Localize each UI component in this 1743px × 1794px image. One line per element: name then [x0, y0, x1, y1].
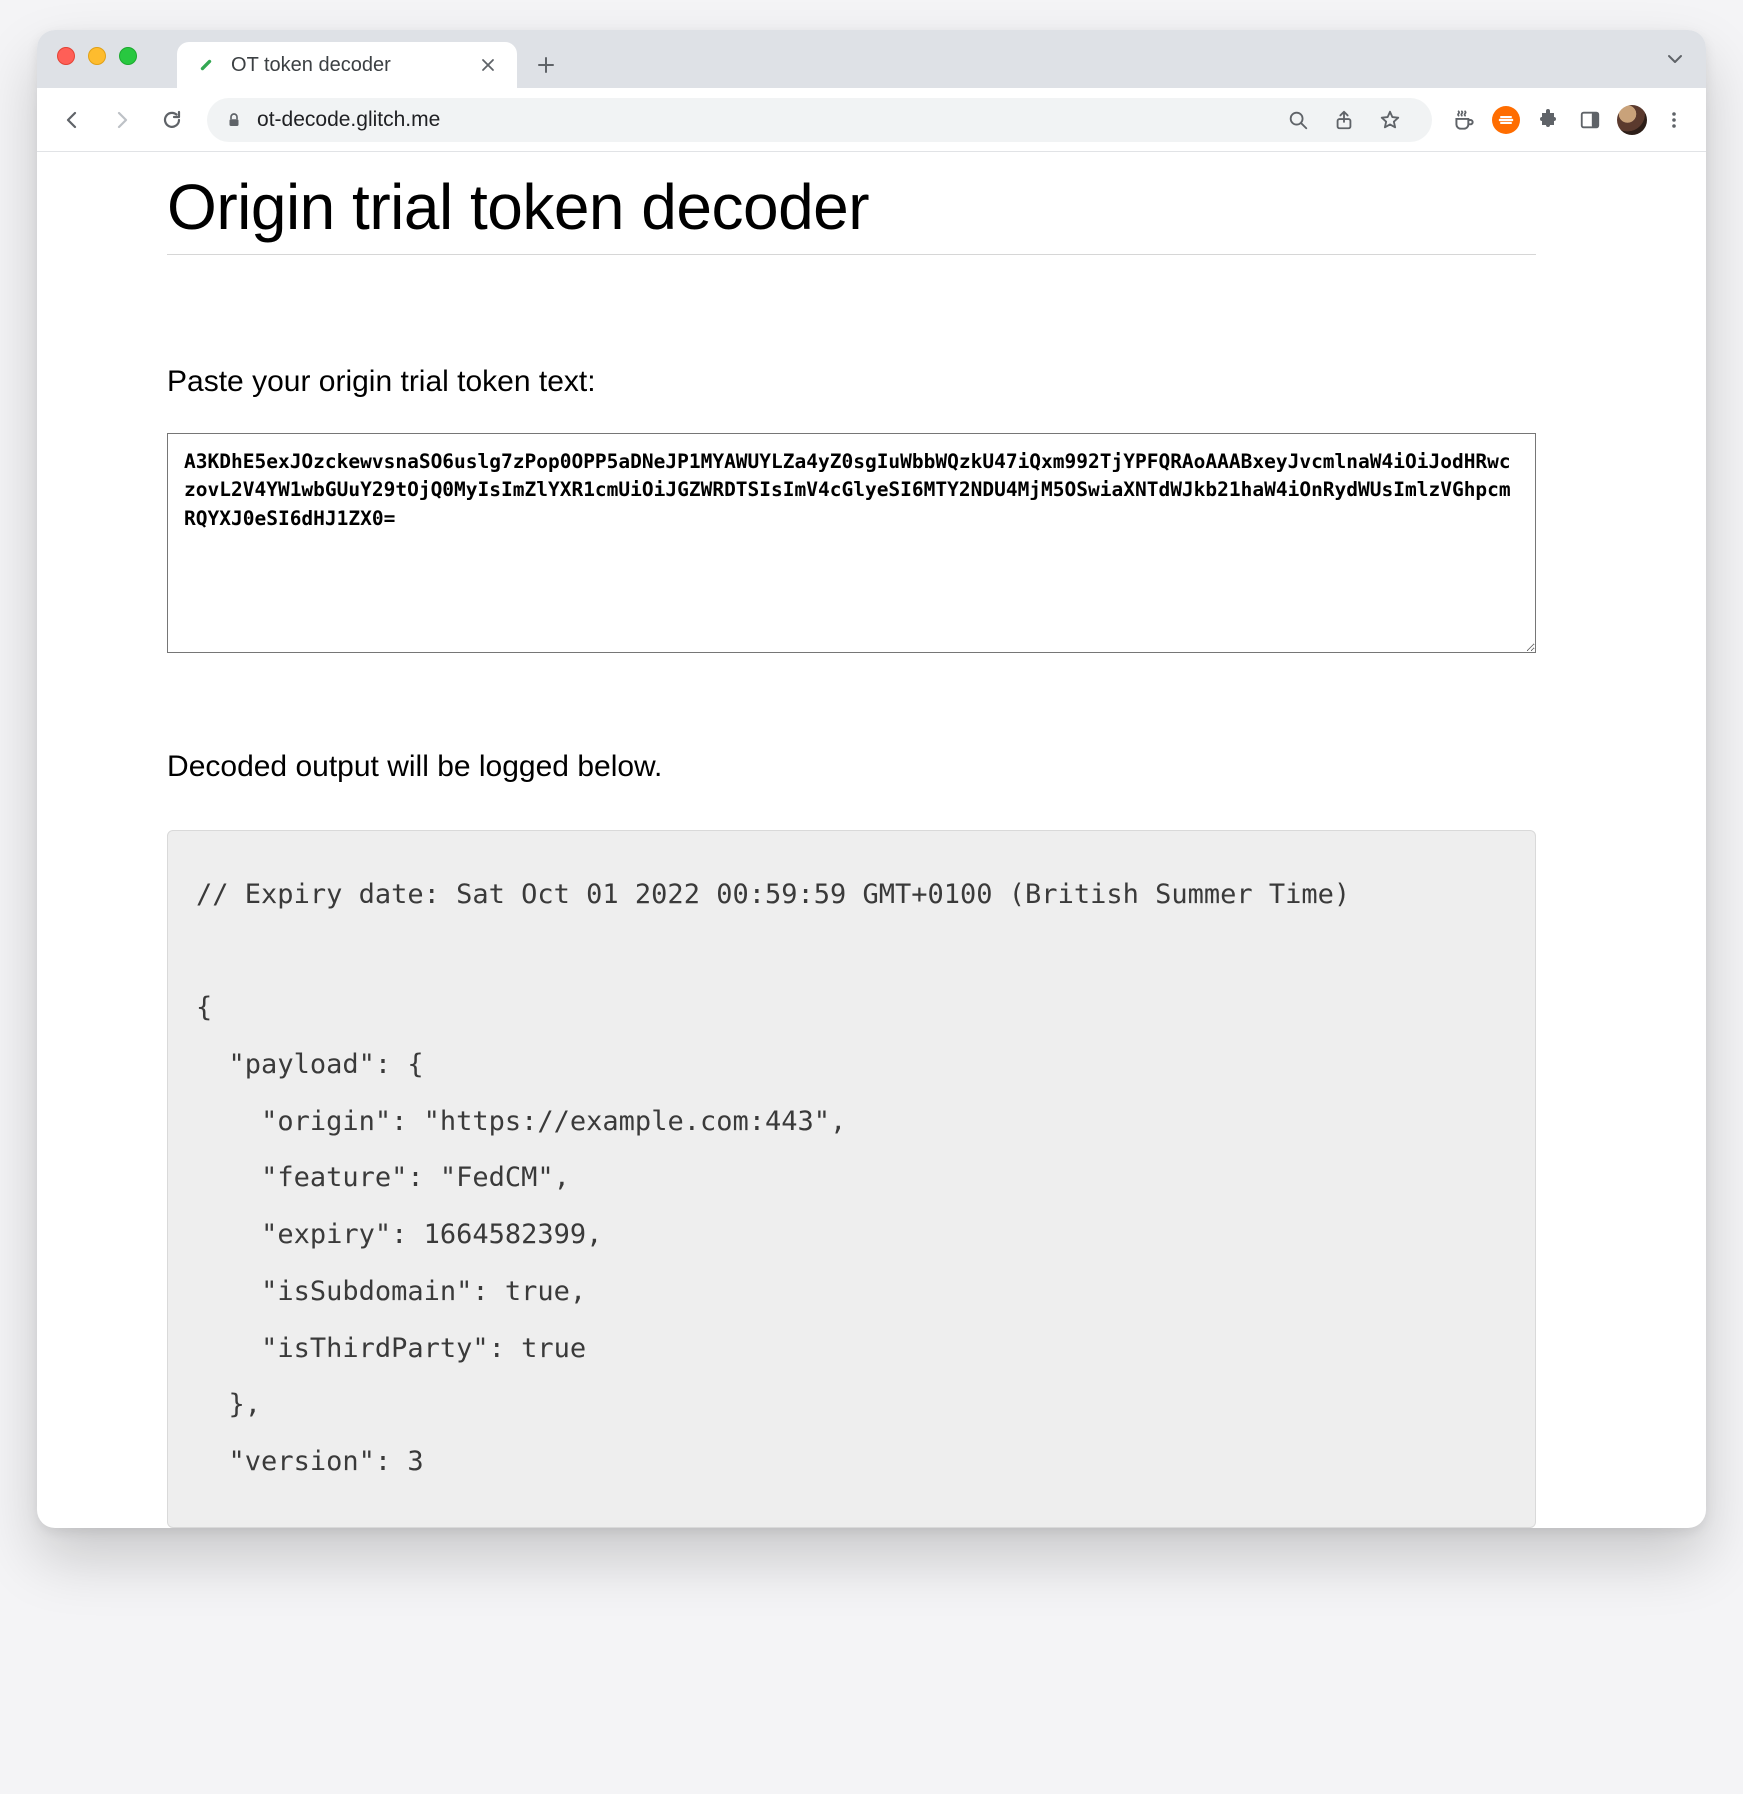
tab-title: OT token decoder: [231, 54, 463, 77]
minimize-window-button[interactable]: [88, 47, 106, 65]
new-tab-button[interactable]: [525, 44, 567, 86]
browser-toolbar: ot-decode.glitch.me: [37, 88, 1706, 152]
tab-search-button[interactable]: [1666, 50, 1684, 68]
search-icon[interactable]: [1280, 102, 1316, 138]
coffee-extension-icon[interactable]: [1446, 102, 1482, 138]
paste-token-label: Paste your origin trial token text:: [167, 365, 1536, 399]
token-input[interactable]: [167, 433, 1536, 653]
token-icon: [195, 54, 217, 76]
decoded-output-label: Decoded output will be logged below.: [167, 750, 1536, 784]
window-controls: [57, 30, 137, 88]
extension-orange-icon[interactable]: [1488, 102, 1524, 138]
address-bar[interactable]: ot-decode.glitch.me: [207, 98, 1432, 142]
decoded-output: // Expiry date: Sat Oct 01 2022 00:59:59…: [167, 830, 1536, 1528]
browser-tab[interactable]: OT token decoder: [177, 42, 517, 88]
tab-strip: OT token decoder: [37, 30, 1706, 88]
back-button[interactable]: [51, 99, 93, 141]
browser-menu-button[interactable]: [1656, 102, 1692, 138]
side-panel-icon[interactable]: [1572, 102, 1608, 138]
browser-window: OT token decoder ot-decode.glitch.me: [37, 30, 1706, 1528]
extensions-puzzle-icon[interactable]: [1530, 102, 1566, 138]
page-viewport[interactable]: Origin trial token decoder Paste your or…: [37, 152, 1706, 1528]
url-text: ot-decode.glitch.me: [257, 108, 1266, 132]
page-title: Origin trial token decoder: [167, 170, 1536, 255]
toolbar-right: [1446, 102, 1692, 138]
omnibox-actions: [1280, 102, 1408, 138]
share-icon[interactable]: [1326, 102, 1362, 138]
forward-button[interactable]: [101, 99, 143, 141]
page-content: Origin trial token decoder Paste your or…: [167, 170, 1536, 1528]
close-tab-button[interactable]: [477, 54, 499, 76]
profile-avatar[interactable]: [1614, 102, 1650, 138]
lock-icon: [225, 111, 243, 129]
reload-button[interactable]: [151, 99, 193, 141]
bookmark-star-icon[interactable]: [1372, 102, 1408, 138]
maximize-window-button[interactable]: [119, 47, 137, 65]
close-window-button[interactable]: [57, 47, 75, 65]
